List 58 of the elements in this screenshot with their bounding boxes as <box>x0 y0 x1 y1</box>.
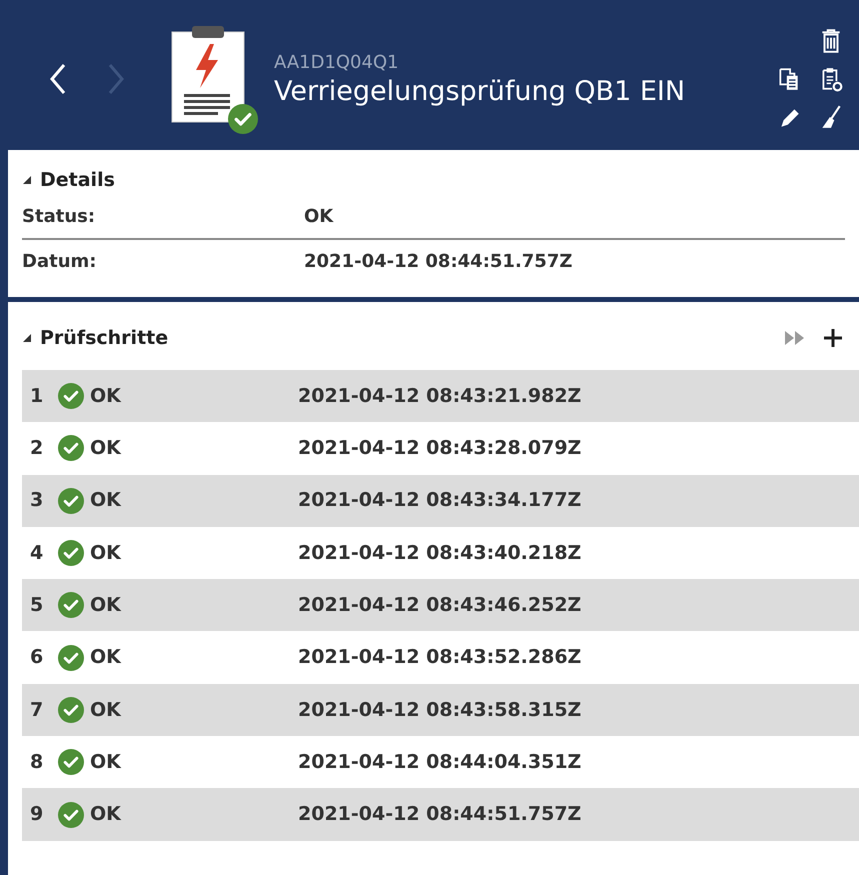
step-number: 1 <box>30 384 44 409</box>
check-circle-icon <box>58 435 84 462</box>
step-status: OK <box>90 698 121 723</box>
step-row[interactable]: 8 OK 2021-04-12 08:44:04.351Z <box>22 736 859 788</box>
step-status: OK <box>90 384 121 409</box>
field-label: Datum: <box>22 250 98 274</box>
step-number: 4 <box>30 540 44 566</box>
step-timestamp: 2021-04-12 08:43:21.982Z <box>298 384 582 409</box>
expanded-triangle-icon[interactable] <box>22 332 32 343</box>
step-row[interactable]: 7 OK 2021-04-12 08:43:58.315Z <box>22 684 859 736</box>
section-heading: Details <box>40 168 115 193</box>
step-timestamp: 2021-04-12 08:43:46.252Z <box>298 593 582 618</box>
step-row[interactable]: 1 OK 2021-04-12 08:43:21.982Z <box>22 370 859 422</box>
check-circle-icon <box>58 488 84 514</box>
check-circle-icon <box>58 644 84 671</box>
step-number: 8 <box>30 750 44 775</box>
add-button[interactable] <box>823 328 843 348</box>
step-number: 3 <box>30 488 44 514</box>
record-code: AA1D1Q04Q1 <box>274 51 400 76</box>
check-circle-icon <box>228 104 258 134</box>
step-row[interactable]: 6 OK 2021-04-12 08:43:52.286Z <box>22 631 859 684</box>
step-timestamp: 2021-04-12 08:43:52.286Z <box>298 645 582 670</box>
step-row[interactable]: 3 OK 2021-04-12 08:43:34.177Z <box>22 474 859 527</box>
step-status: OK <box>90 750 121 775</box>
field-value: 2021-04-12 08:44:51.757Z <box>304 250 572 274</box>
page-title: Verriegelungsprüfung QB1 EIN <box>274 76 686 109</box>
field-label: Status: <box>22 204 96 228</box>
check-circle-icon <box>58 383 84 410</box>
step-number: 7 <box>30 698 44 723</box>
check-circle-icon <box>58 592 84 618</box>
step-number: 6 <box>30 645 44 670</box>
step-status: OK <box>90 645 121 670</box>
step-timestamp: 2021-04-12 08:43:34.177Z <box>298 488 582 514</box>
step-row[interactable]: 5 OK 2021-04-12 08:43:46.252Z <box>22 579 859 632</box>
step-timestamp: 2021-04-12 08:43:28.079Z <box>298 436 582 462</box>
step-row[interactable]: 9 OK 2021-04-12 08:44:51.757Z <box>22 788 859 841</box>
check-circle-icon <box>58 540 84 566</box>
check-circle-icon <box>58 696 84 723</box>
step-status: OK <box>90 540 121 566</box>
step-number: 9 <box>30 802 44 828</box>
field-value: OK <box>304 204 334 228</box>
step-status: OK <box>90 593 121 618</box>
step-number: 2 <box>30 436 44 462</box>
step-row[interactable]: 2 OK 2021-04-12 08:43:28.079Z <box>22 422 859 475</box>
clipboard-lightning-icon <box>170 24 246 124</box>
step-status: OK <box>90 436 121 462</box>
step-row[interactable]: 4 OK 2021-04-12 08:43:40.218Z <box>22 526 859 580</box>
step-timestamp: 2021-04-12 08:43:40.218Z <box>298 540 582 566</box>
step-timestamp: 2021-04-12 08:44:04.351Z <box>298 750 582 775</box>
step-timestamp: 2021-04-12 08:44:51.757Z <box>298 802 582 828</box>
step-timestamp: 2021-04-12 08:43:58.315Z <box>298 698 582 723</box>
check-circle-icon <box>58 802 84 828</box>
section-heading: Prüfschritte <box>40 326 168 350</box>
expanded-triangle-icon[interactable] <box>22 175 32 186</box>
step-status: OK <box>90 802 121 828</box>
step-number: 5 <box>30 593 44 618</box>
check-circle-icon <box>58 749 84 776</box>
step-status: OK <box>90 488 121 514</box>
